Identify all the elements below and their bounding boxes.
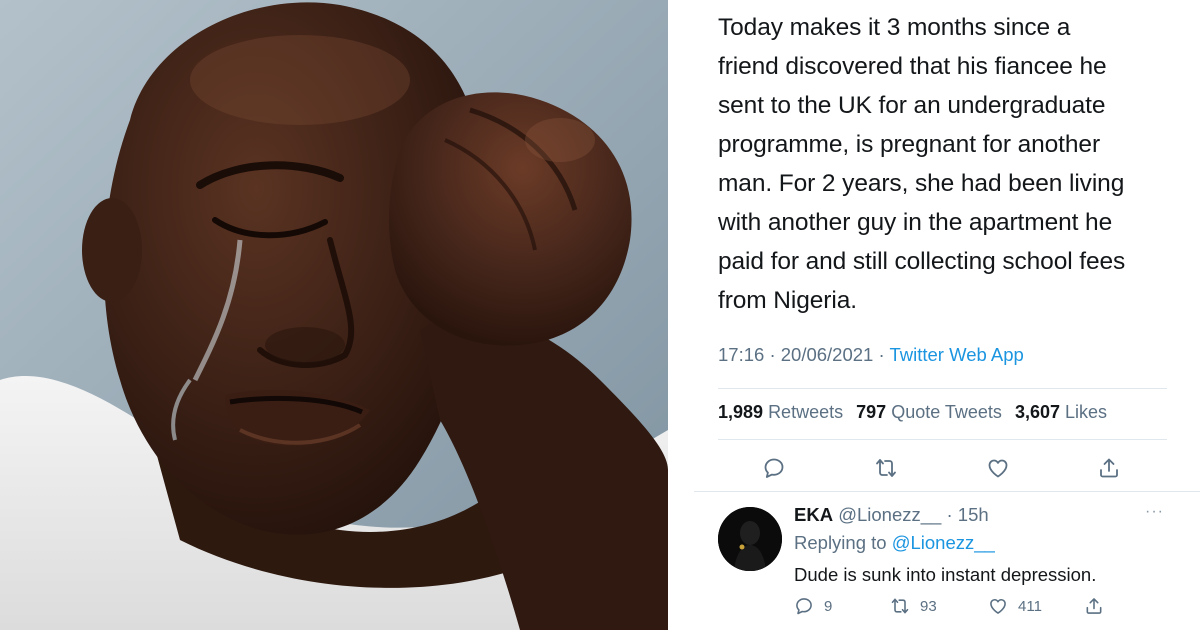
tweet-actions — [718, 450, 1167, 486]
tweet-line: man. For 2 years, she had been living — [718, 170, 1125, 197]
tweet-text: Today makes it 3 months since a friend d… — [718, 8, 1178, 320]
retweet-icon — [891, 598, 909, 614]
avatar-image — [718, 507, 782, 571]
tweet-time[interactable]: 17:16 — [718, 344, 764, 365]
tweet-line: with another guy in the apartment he — [718, 209, 1113, 236]
reply-icon — [764, 458, 784, 478]
avatar[interactable] — [718, 507, 782, 571]
reply-text: Dude is sunk into instant depression. — [794, 564, 1097, 585]
reply-actions: 9 93 411 — [794, 596, 1114, 620]
tweet-timestamp: 17:16 · 20/06/2021 · Twitter Web App — [718, 344, 1024, 366]
reply-retweet-count: 93 — [920, 597, 937, 615]
tweet-date[interactable]: 20/06/2021 — [781, 344, 874, 365]
replying-prefix: Replying to — [794, 532, 887, 553]
share-button[interactable] — [1091, 450, 1127, 486]
quotes-count: 797 — [856, 402, 887, 422]
reply-count: 9 — [824, 597, 833, 615]
crying-man-photo — [0, 0, 668, 630]
likes-count: 3,607 — [1014, 402, 1060, 422]
retweet-icon — [876, 459, 896, 477]
reply-retweet-button[interactable]: 93 — [890, 596, 937, 616]
quotes-label: Quote Tweets — [891, 402, 1002, 422]
retweets-stat[interactable]: 1,989 Retweets — [718, 402, 843, 422]
more-options-icon[interactable]: ··· — [1145, 503, 1164, 521]
like-icon — [988, 459, 1008, 478]
reply-button[interactable] — [756, 450, 792, 486]
reply-age[interactable]: 15h — [958, 504, 989, 525]
divider — [718, 439, 1167, 440]
reply-author-name[interactable]: EKA — [794, 504, 833, 525]
likes-label: Likes — [1065, 402, 1108, 422]
like-button[interactable] — [980, 450, 1016, 486]
tweet-line: from Nigeria. — [718, 287, 857, 314]
replying-handle[interactable]: @Lionezz__ — [892, 532, 995, 553]
tweet-source[interactable]: Twitter Web App — [889, 344, 1023, 365]
share-icon — [1086, 598, 1102, 614]
share-icon — [1100, 458, 1118, 478]
tweet-line: friend discovered that his fiancee he — [718, 53, 1107, 80]
reply-like-count: 411 — [1018, 597, 1042, 615]
like-icon — [990, 598, 1006, 614]
reply-divider — [694, 491, 1200, 492]
meta-separator: · — [878, 344, 890, 365]
tweet-line: sent to the UK for an undergraduate — [718, 92, 1106, 119]
retweets-count: 1,989 — [718, 402, 764, 422]
reply-header: EKA @Lionezz__ · 15h — [794, 504, 989, 526]
tweet-line: programme, is pregnant for another — [718, 131, 1100, 158]
reply-author-handle[interactable]: @Lionezz__ — [838, 504, 941, 525]
reply-reply-button[interactable]: 9 — [794, 596, 832, 616]
retweet-button[interactable] — [868, 450, 904, 486]
retweets-label: Retweets — [768, 402, 844, 422]
tweet-stats: 1,989 Retweets 797 Quote Tweets 3,607 Li… — [718, 402, 1107, 423]
tweet-line: paid for and still collecting school fee… — [718, 248, 1126, 275]
meta-separator: · — [769, 344, 781, 365]
tweet-line: Today makes it 3 months since a — [718, 14, 1071, 41]
reply-icon — [796, 598, 812, 615]
reply-like-button[interactable]: 411 — [988, 596, 1042, 616]
reply-share-button[interactable] — [1084, 596, 1104, 616]
likes-stat[interactable]: 3,607 Likes — [1015, 402, 1107, 422]
crying-man-illustration — [0, 0, 668, 630]
meta-separator: · — [941, 504, 958, 525]
quotes-stat[interactable]: 797 Quote Tweets — [856, 402, 1002, 422]
replying-to: Replying to @Lionezz__ — [794, 532, 995, 554]
divider — [718, 388, 1167, 389]
